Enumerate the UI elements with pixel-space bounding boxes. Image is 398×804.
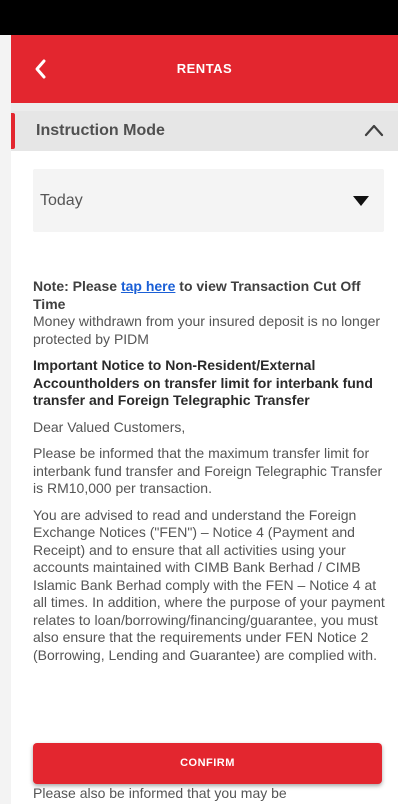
greeting: Dear Valued Customers, (33, 418, 186, 435)
page-title: RENTAS (176, 61, 233, 76)
fen-paragraph: You are advised to read and understand t… (33, 506, 385, 663)
status-bar (0, 0, 398, 35)
app-bar: RENTAS (11, 35, 398, 103)
chevron-up-icon[interactable] (364, 123, 384, 137)
section-marker (11, 113, 15, 149)
header-divider (11, 103, 398, 111)
bottom-notice-line: Please also be informed that you may be (33, 785, 287, 801)
main-content[interactable]: Instruction Mode Today Note: Please tap … (11, 111, 398, 804)
cutoff-note: Note: Please tap here to view Transactio… (33, 278, 361, 312)
caret-down-icon (353, 196, 369, 206)
limit-paragraph: Please be informed that the maximum tran… (33, 445, 383, 496)
important-notice-title: Important Notice to Non-Resident/Externa… (33, 357, 373, 408)
notice-text: Note: Please tap here to view Transactio… (33, 278, 391, 664)
tap-here-link[interactable]: tap here (121, 278, 175, 294)
instruction-mode-header[interactable]: Instruction Mode (11, 111, 398, 151)
confirm-button[interactable]: CONFIRM (33, 743, 382, 784)
instruction-mode-select[interactable]: Today (33, 169, 384, 232)
selected-mode: Today (40, 192, 83, 209)
pidm-note: Money withdrawn from your insured deposi… (33, 313, 381, 347)
section-title: Instruction Mode (36, 122, 165, 139)
